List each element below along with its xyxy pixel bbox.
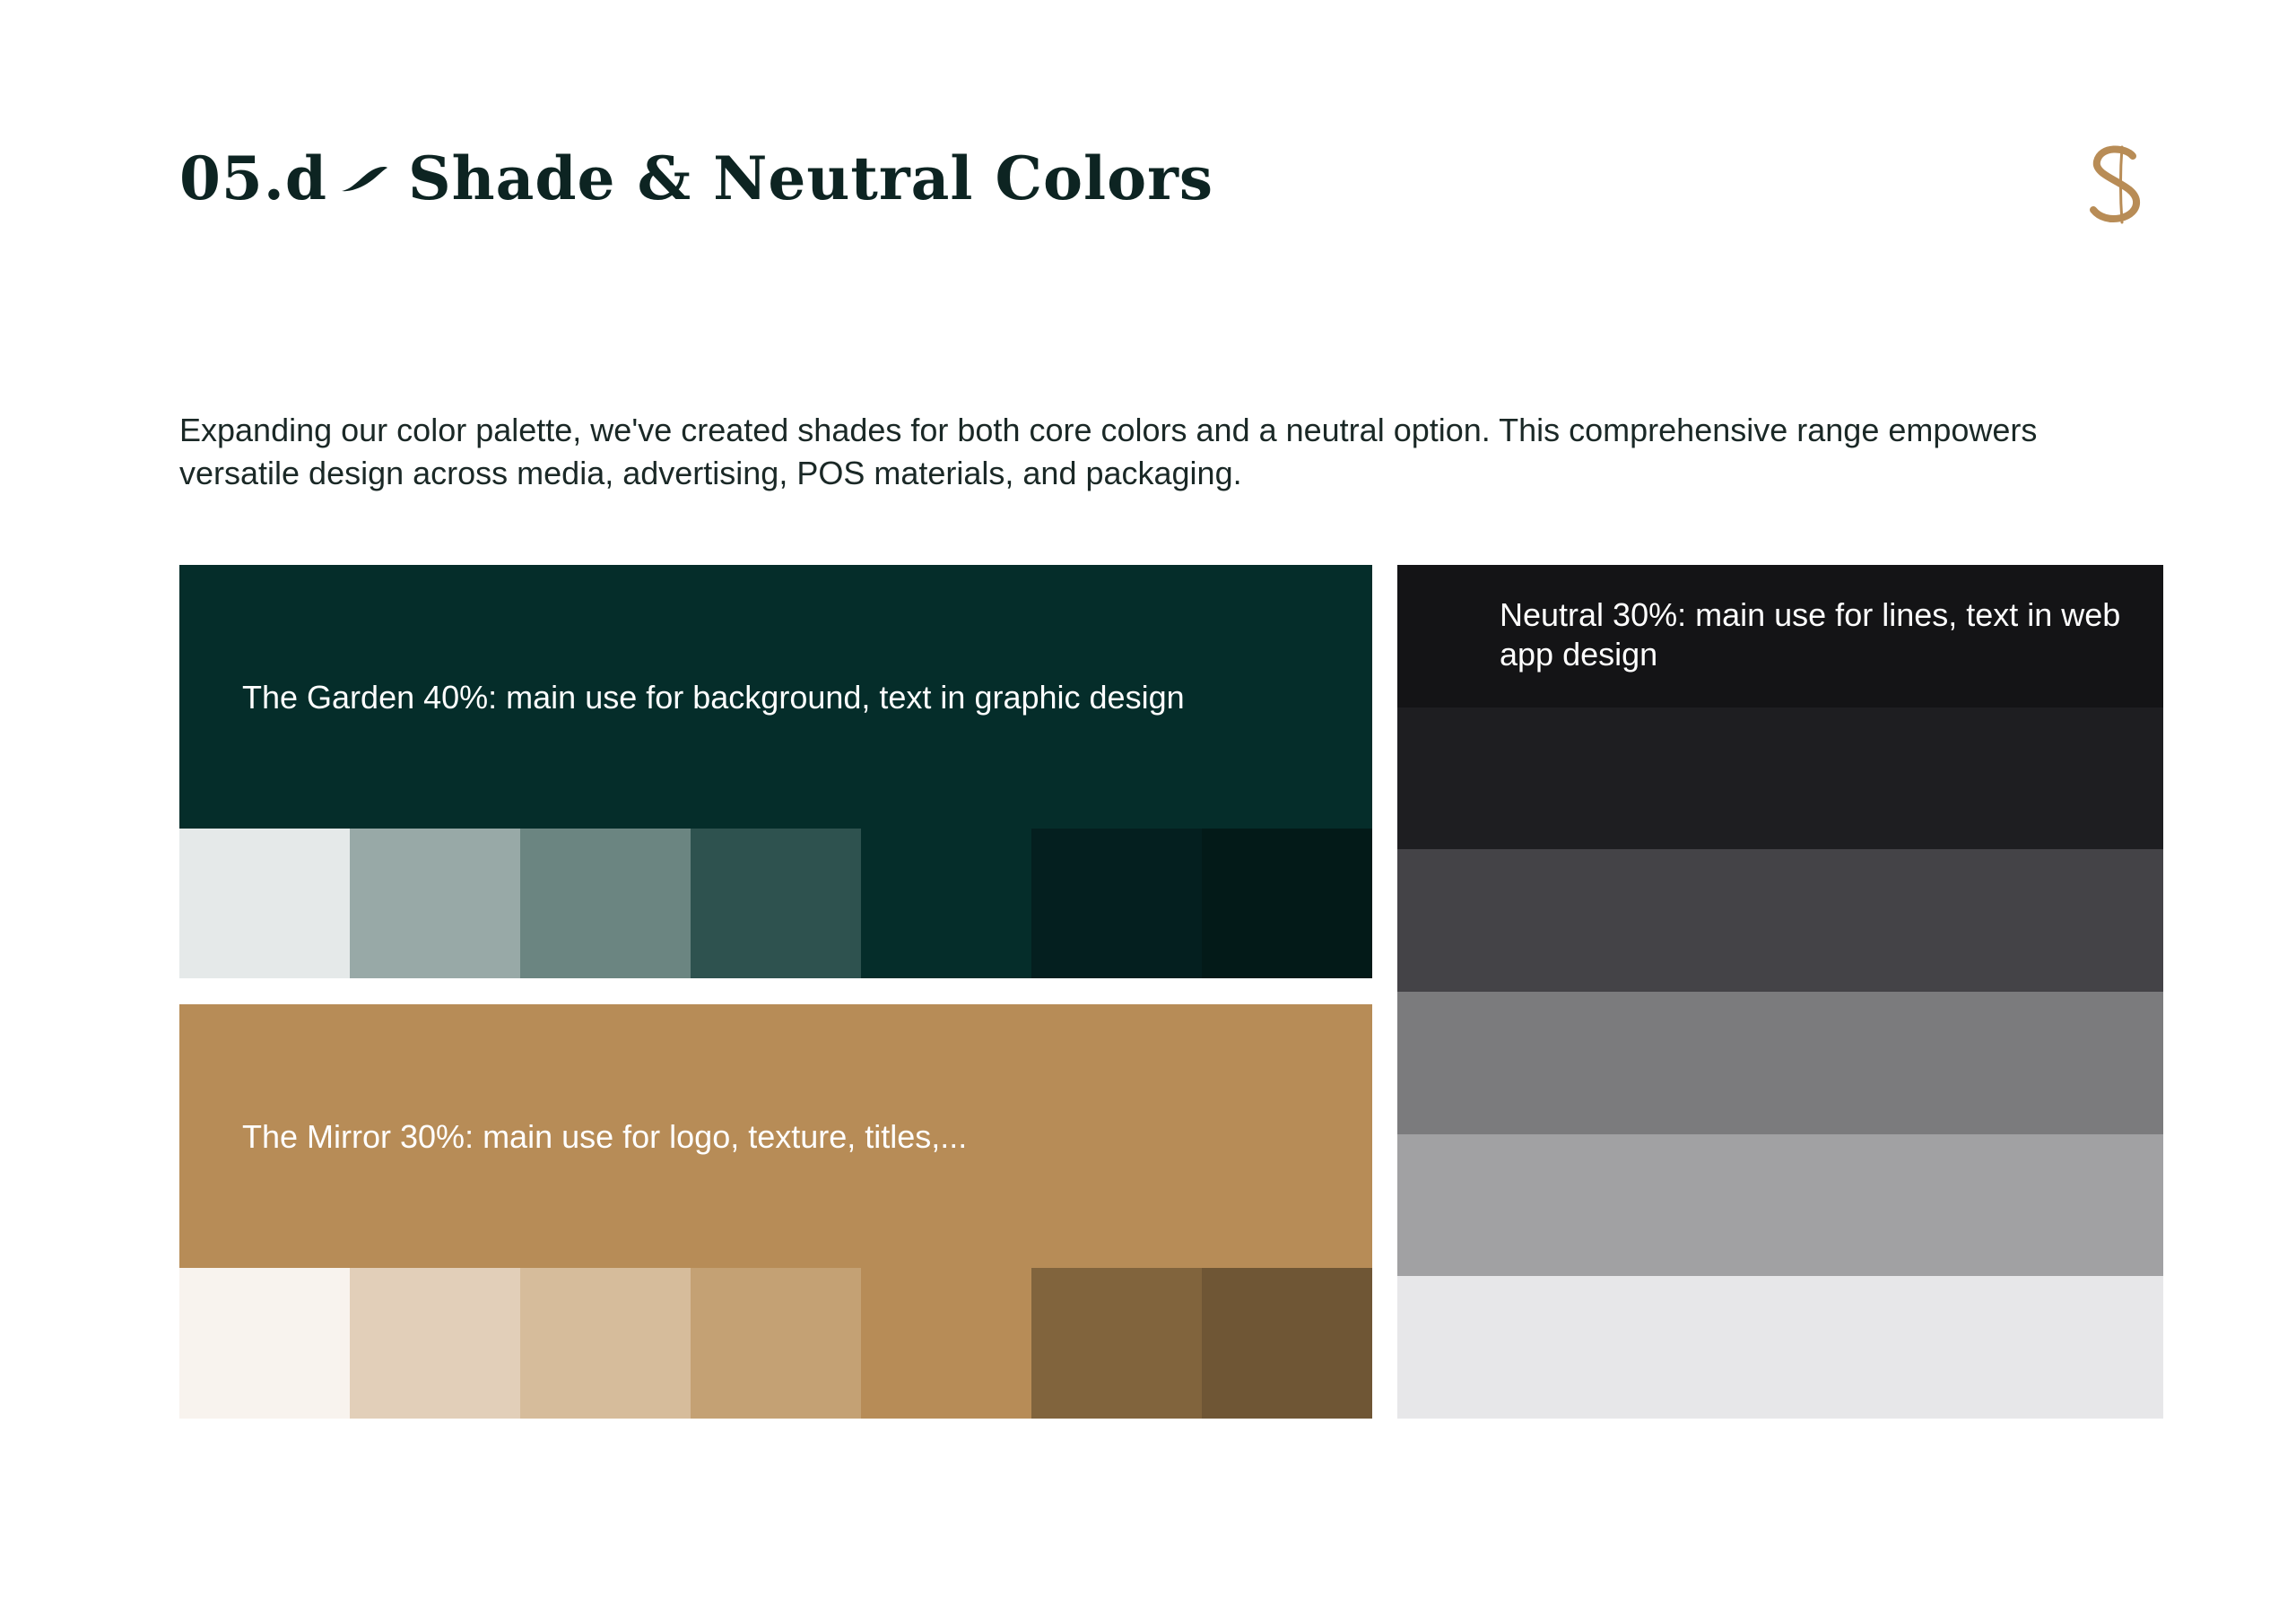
mirror-palette-label: The Mirror 30%: main use for logo, textu…: [242, 1118, 968, 1155]
neutral-shade-swatch: [1397, 707, 2163, 850]
mirror-shade-row: [179, 1268, 1372, 1419]
mirror-shade-swatch: [350, 1268, 520, 1419]
mirror-palette-card: The Mirror 30%: main use for logo, textu…: [179, 1004, 1372, 1419]
leaf-dash-icon: [341, 167, 387, 192]
neutral-palette-card: Neutral 30%: main use for lines, text in…: [1397, 565, 2163, 1419]
garden-shade-swatch: [691, 829, 861, 978]
intro-paragraph: Expanding our color palette, we've creat…: [179, 412, 2038, 491]
mirror-shade-swatch: [691, 1268, 861, 1419]
neutral-shade-swatch: Neutral 30%: main use for lines, text in…: [1397, 565, 2163, 707]
garden-shade-swatch: [520, 829, 691, 978]
garden-shade-swatch: [861, 829, 1031, 978]
garden-palette-label: The Garden 40%: main use for background,…: [242, 679, 1185, 716]
garden-shade-swatch: [350, 829, 520, 978]
S-monogram-icon: [2090, 145, 2140, 224]
garden-base-color: The Garden 40%: main use for background,…: [179, 565, 1372, 829]
garden-shade-swatch: [1031, 829, 1202, 978]
neutral-palette-label: Neutral 30%: main use for lines, text in…: [1500, 596, 2121, 673]
neutral-shade-swatch: [1397, 849, 2163, 993]
mirror-shade-swatch: [861, 1268, 1031, 1419]
garden-shade-swatch: [1202, 829, 1372, 978]
neutral-shade-swatch: [1397, 1133, 2163, 1277]
mirror-shade-swatch: [179, 1268, 350, 1419]
mirror-shade-swatch: [520, 1268, 691, 1419]
garden-shade-row: [179, 829, 1372, 978]
mirror-base-color: The Mirror 30%: main use for logo, textu…: [179, 1004, 1372, 1268]
neutral-shade-swatch: [1397, 1276, 2163, 1419]
mirror-shade-swatch: [1031, 1268, 1202, 1419]
page-title: 05.d Shade & Neutral Colors: [179, 143, 1213, 213]
section-number: 05.d: [179, 143, 327, 213]
title-text: Shade & Neutral Colors: [407, 143, 1214, 213]
garden-shade-swatch: [179, 829, 350, 978]
neutral-shade-swatch: [1397, 992, 2163, 1134]
garden-palette-card: The Garden 40%: main use for background,…: [179, 565, 1372, 978]
mirror-shade-swatch: [1202, 1268, 1372, 1419]
